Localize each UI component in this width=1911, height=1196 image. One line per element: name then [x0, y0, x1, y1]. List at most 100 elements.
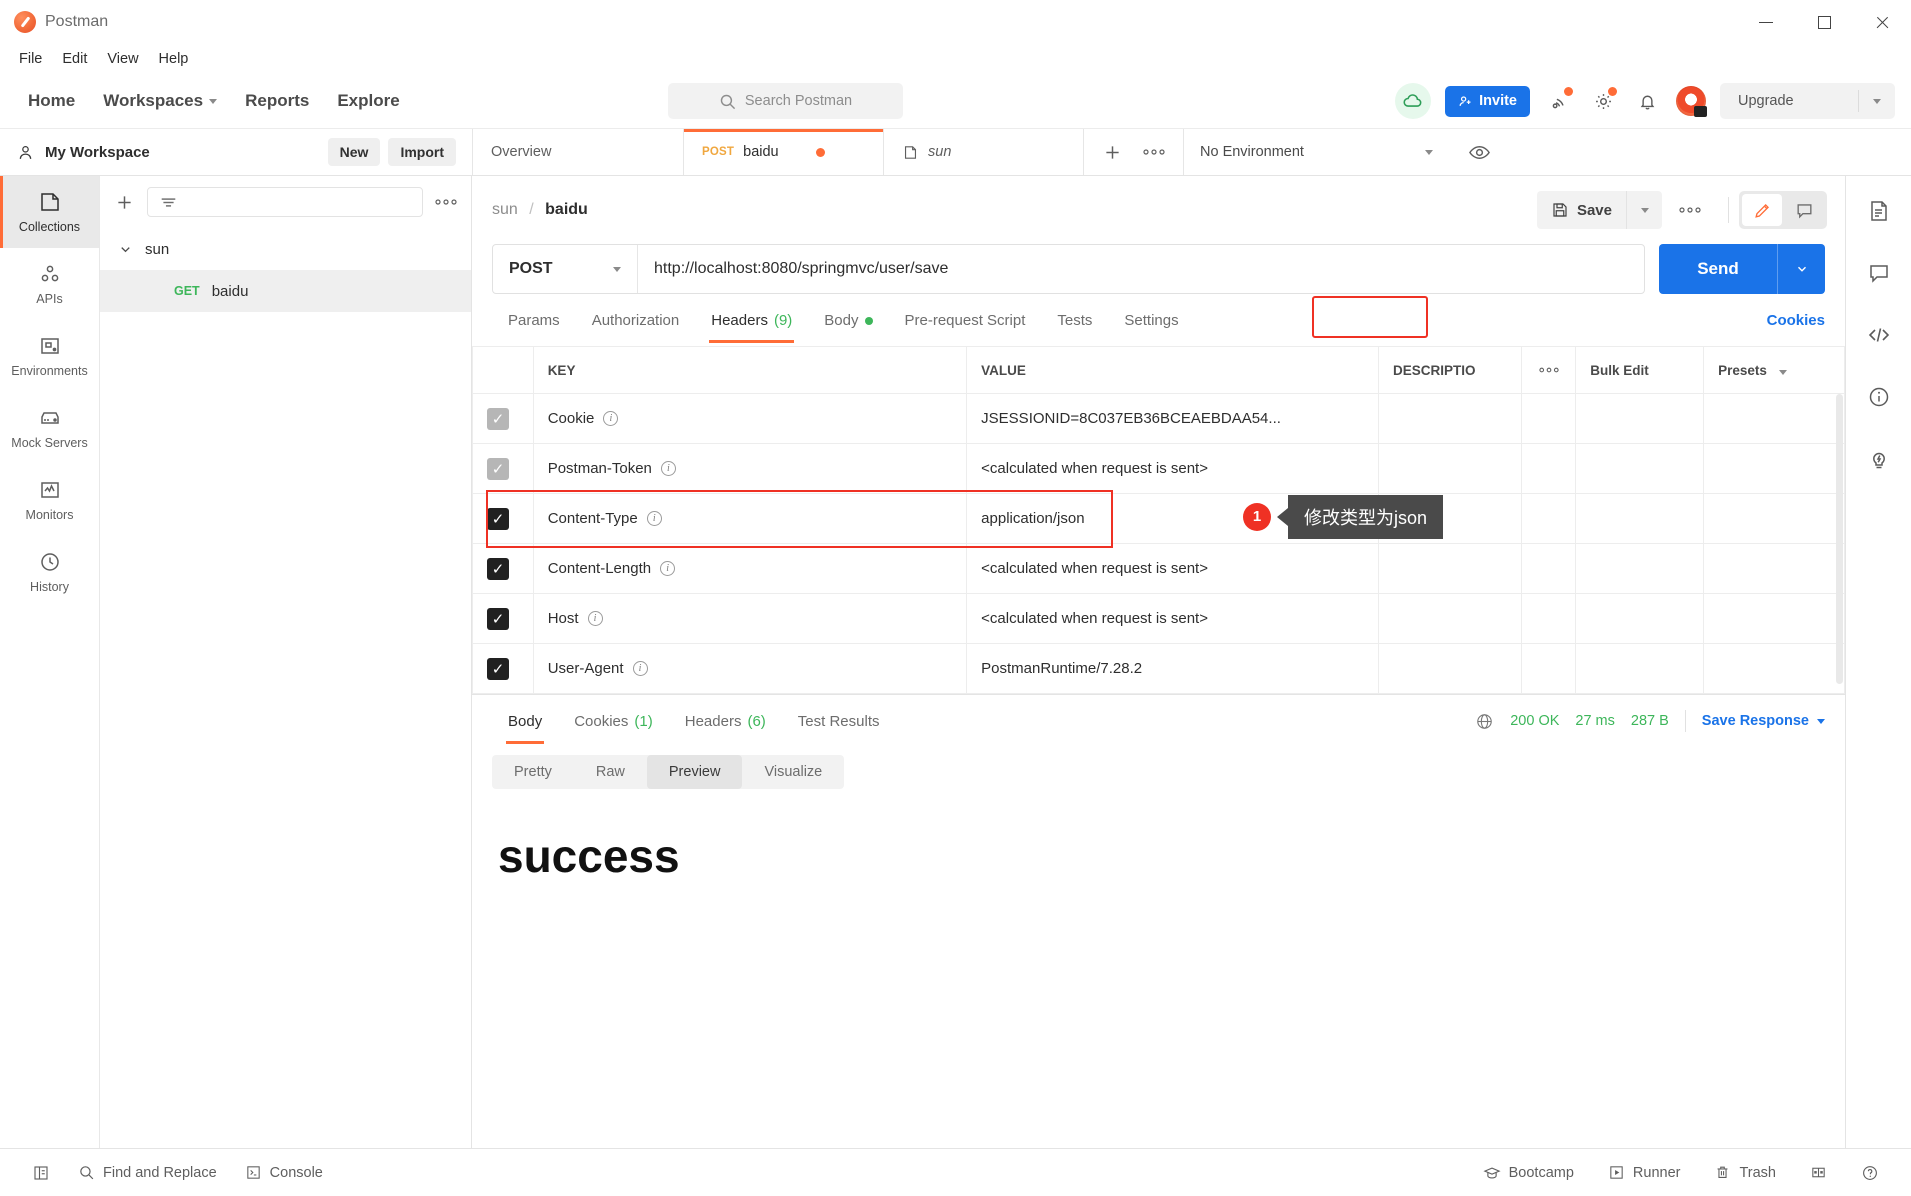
sidebar-item-mock-servers[interactable]: Mock Servers: [0, 392, 99, 464]
tab-settings[interactable]: Settings: [1108, 297, 1194, 343]
table-row-content-type[interactable]: ✓ Content-Type i application/json: [472, 493, 1845, 544]
info-icon[interactable]: [1862, 380, 1896, 414]
row-description-cell[interactable]: [1378, 443, 1523, 494]
documentation-icon[interactable]: [1862, 194, 1896, 228]
row-checkbox-checked-icon[interactable]: ✓: [487, 407, 509, 430]
headers-scrollbar[interactable]: [1836, 394, 1843, 684]
nav-reports[interactable]: Reports: [233, 84, 321, 118]
close-button[interactable]: [1853, 0, 1911, 44]
notifications-bell-icon[interactable]: [1632, 86, 1662, 116]
row-checkbox-cell[interactable]: ✓: [472, 393, 534, 444]
tab-tests[interactable]: Tests: [1041, 297, 1108, 343]
row-checkbox-checked-icon[interactable]: ✓: [487, 507, 509, 530]
sidebar-item-environments[interactable]: Environments: [0, 320, 99, 392]
minimize-button[interactable]: [1737, 0, 1795, 44]
sidebar-item-collections[interactable]: Collections: [0, 176, 99, 248]
add-collection-plus-icon[interactable]: [114, 192, 135, 213]
sidebar-item-apis[interactable]: APIs: [0, 248, 99, 320]
lightbulb-icon[interactable]: [1862, 442, 1896, 476]
new-tab-plus-icon[interactable]: [1102, 142, 1123, 163]
collection-sun-row[interactable]: sun: [100, 228, 471, 270]
row-checkbox-cell[interactable]: ✓: [472, 593, 534, 644]
row-value-cell[interactable]: PostmanRuntime/7.28.2: [966, 643, 1379, 694]
sidebar-toggle-button[interactable]: [18, 1158, 64, 1188]
table-row[interactable]: ✓ Postman-Token i <calculated when reques…: [472, 443, 1845, 494]
import-button[interactable]: Import: [388, 138, 456, 166]
search-input[interactable]: Search Postman: [668, 83, 903, 119]
code-icon[interactable]: [1862, 318, 1896, 352]
edit-pencil-button[interactable]: [1742, 194, 1782, 226]
row-checkbox-checked-icon[interactable]: ✓: [487, 457, 509, 480]
new-button[interactable]: New: [327, 138, 381, 166]
collections-more-icon[interactable]: [435, 199, 457, 205]
sidebar-item-history[interactable]: History: [0, 536, 99, 608]
settings-gear-icon[interactable]: [1588, 86, 1618, 116]
tab-sun[interactable]: sun: [884, 129, 1084, 175]
breadcrumb-collection[interactable]: sun: [492, 201, 518, 218]
nav-workspaces[interactable]: Workspaces: [91, 84, 229, 118]
request-more-icon[interactable]: [1662, 191, 1718, 229]
row-key-cell[interactable]: Cookie i: [533, 393, 968, 444]
send-button[interactable]: Send: [1659, 244, 1777, 294]
row-checkbox-checked-icon[interactable]: ✓: [487, 607, 509, 630]
sync-status-icon[interactable]: [1395, 83, 1432, 119]
send-options-chevron-down-icon[interactable]: [1777, 244, 1825, 294]
table-row[interactable]: ✓ User-Agent i PostmanRuntime/7.28.2: [472, 643, 1845, 694]
avatar[interactable]: [1676, 86, 1707, 117]
save-button[interactable]: Save: [1536, 191, 1626, 229]
info-icon[interactable]: i: [660, 561, 676, 576]
info-icon[interactable]: i: [603, 411, 619, 426]
response-tab-headers[interactable]: Headers (6): [669, 698, 782, 744]
row-key-cell[interactable]: Postman-Token i: [533, 443, 968, 494]
row-key-cell[interactable]: Content-Length i: [533, 543, 968, 594]
bootcamp-button[interactable]: Bootcamp: [1469, 1158, 1588, 1188]
response-tab-body[interactable]: Body: [492, 698, 558, 744]
request-baidu-row[interactable]: GET baidu: [100, 270, 471, 312]
row-checkbox-checked-icon[interactable]: ✓: [487, 657, 509, 680]
info-icon[interactable]: i: [587, 611, 603, 626]
menu-item-help[interactable]: Help: [150, 47, 198, 71]
runner-button[interactable]: Runner: [1594, 1158, 1695, 1187]
notifications-radar-icon[interactable]: [1544, 86, 1574, 116]
row-description-cell[interactable]: [1378, 643, 1523, 694]
tab-pre-request-script[interactable]: Pre-request Script: [889, 297, 1042, 343]
row-checkbox-cell[interactable]: ✓: [472, 493, 534, 544]
invite-button[interactable]: Invite: [1445, 85, 1530, 117]
environment-quick-look-button[interactable]: [1449, 129, 1509, 175]
row-checkbox-cell[interactable]: ✓: [472, 443, 534, 494]
globe-icon[interactable]: [1475, 712, 1494, 731]
environment-selector[interactable]: No Environment: [1184, 129, 1449, 175]
sidebar-item-monitors[interactable]: Monitors: [0, 464, 99, 536]
row-key-cell[interactable]: Host i: [533, 593, 968, 644]
row-description-cell[interactable]: [1378, 593, 1523, 644]
upgrade-chevron-down-icon[interactable]: [1859, 98, 1895, 104]
console-button[interactable]: Console: [231, 1158, 337, 1187]
row-description-cell[interactable]: [1378, 543, 1523, 594]
format-tab-preview[interactable]: Preview: [646, 755, 743, 789]
cookies-link[interactable]: Cookies: [1767, 312, 1825, 329]
row-value-cell[interactable]: <calculated when request is sent>: [966, 593, 1379, 644]
maximize-button[interactable]: [1795, 0, 1853, 44]
save-response-button[interactable]: Save Response: [1702, 713, 1825, 729]
row-key-cell[interactable]: Content-Type i: [533, 493, 968, 544]
row-value-cell[interactable]: JSESSIONID=8C037EB36BCEAEBDAA54...: [966, 393, 1379, 444]
trash-button[interactable]: Trash: [1700, 1158, 1790, 1187]
table-row[interactable]: ✓ Cookie i JSESSIONID=8C037EB36BCEAEBDAA5…: [472, 393, 1845, 444]
response-tab-cookies[interactable]: Cookies (1): [558, 698, 669, 744]
method-selector[interactable]: POST: [493, 245, 638, 293]
tab-params[interactable]: Params: [492, 297, 576, 343]
nav-home[interactable]: Home: [16, 84, 87, 118]
bulk-edit-button[interactable]: Bulk Edit: [1575, 346, 1705, 394]
info-icon[interactable]: i: [646, 511, 662, 526]
row-key-cell[interactable]: User-Agent i: [533, 643, 968, 694]
presets-button[interactable]: Presets: [1703, 346, 1845, 394]
layout-toggle-button[interactable]: [1796, 1158, 1841, 1187]
tab-authorization[interactable]: Authorization: [576, 297, 696, 343]
menu-item-edit[interactable]: Edit: [53, 47, 96, 71]
format-tab-raw[interactable]: Raw: [574, 755, 647, 789]
collections-filter-input[interactable]: [147, 187, 423, 217]
headers-more-icon[interactable]: [1521, 346, 1577, 394]
row-checkbox-cell[interactable]: ✓: [472, 643, 534, 694]
info-icon[interactable]: i: [660, 461, 676, 476]
menu-item-view[interactable]: View: [98, 47, 147, 71]
